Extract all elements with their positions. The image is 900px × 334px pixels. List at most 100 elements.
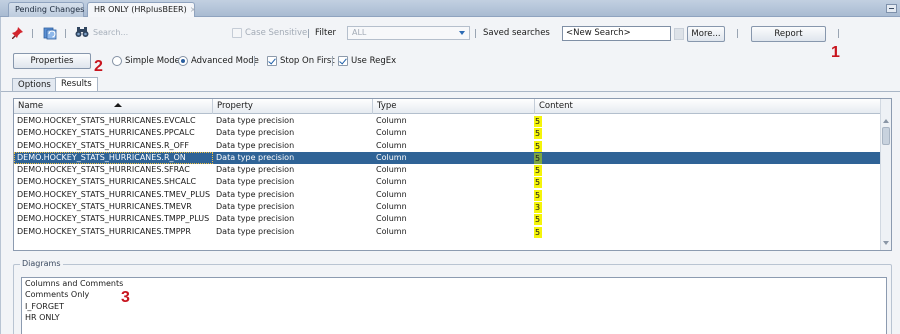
cell-type: Column [376, 152, 407, 162]
cell-property: Data type precision [216, 140, 295, 150]
cell-property: Data type precision [216, 202, 295, 212]
cell-name: DEMO.HOCKEY_STATS_HURRICANES.PPCALC [17, 128, 195, 138]
cell-type: Column [376, 189, 407, 199]
cell-name: DEMO.HOCKEY_STATS_HURRICANES.R_ON [14, 151, 213, 164]
saved-search-dropdown-button[interactable] [674, 28, 684, 40]
cell-name: DEMO.HOCKEY_STATS_HURRICANES.TMPPR [17, 226, 191, 236]
cell-name: DEMO.HOCKEY_STATS_HURRICANES.TMPP_PLUS [17, 214, 210, 224]
mode-separator [332, 56, 333, 66]
toolbar-separator [65, 29, 66, 38]
cell-content: 5 [534, 152, 542, 164]
diagrams-title: Diagrams [20, 259, 63, 268]
properties-button[interactable]: Properties [13, 53, 91, 69]
column-header-content[interactable]: Content [535, 99, 880, 114]
saved-search-input[interactable]: <New Search> [562, 26, 671, 41]
use-regex-label: Use RegEx [351, 56, 397, 66]
list-item[interactable]: Columns and Comments [22, 278, 886, 289]
cell-type: Column [376, 128, 407, 138]
list-item[interactable]: HR ONLY [22, 312, 886, 323]
cell-content: 5 [534, 214, 542, 226]
cell-content: 5 [534, 226, 542, 238]
cell-type: Column [376, 177, 407, 187]
simple-mode-radio[interactable] [112, 56, 122, 66]
pin-icon[interactable] [12, 27, 24, 39]
table-row[interactable]: DEMO.HOCKEY_STATS_HURRICANES.TMEVR Data t… [14, 201, 880, 214]
toolbar-separator [737, 29, 738, 38]
table-row[interactable]: DEMO.HOCKEY_STATS_HURRICANES.TMPPR Data t… [14, 226, 880, 238]
cell-content: 3 [534, 202, 542, 214]
table-row[interactable]: DEMO.HOCKEY_STATS_HURRICANES.TMEV_PLUS Da… [14, 189, 880, 201]
tab-options[interactable]: Options [12, 78, 57, 91]
cell-property: Data type precision [216, 214, 295, 224]
list-item[interactable]: Comments Only [22, 289, 886, 300]
cell-property: Data type precision [216, 226, 295, 236]
column-header-type[interactable]: Type [373, 99, 535, 114]
diagrams-group: Diagrams Columns and Comments Comments O… [13, 259, 892, 334]
cell-type: Column [376, 202, 407, 212]
cell-content: 5 [534, 140, 542, 152]
cell-name: DEMO.HOCKEY_STATS_HURRICANES.SHCALC [17, 177, 197, 187]
cell-type: Column [376, 214, 407, 224]
use-regex-checkbox[interactable] [338, 56, 348, 66]
table-row[interactable]: DEMO.HOCKEY_STATS_HURRICANES.R_OFF Data t… [14, 140, 880, 152]
table-row[interactable]: DEMO.HOCKEY_STATS_HURRICANES.PPCALC Data … [14, 127, 880, 140]
table-body: DEMO.HOCKEY_STATS_HURRICANES.EVCALC Data … [14, 115, 880, 238]
more-button[interactable]: More... [687, 26, 725, 42]
stop-on-first-label: Stop On First [280, 56, 335, 66]
table-row[interactable]: DEMO.HOCKEY_STATS_HURRICANES.SHCALC Data … [14, 176, 880, 189]
cell-type: Column [376, 116, 407, 125]
cell-property: Data type precision [216, 189, 295, 199]
table-row[interactable]: DEMO.HOCKEY_STATS_HURRICANES.TMPP_PLUS Da… [14, 213, 880, 226]
cell-type: Column [376, 140, 407, 150]
minimize-button[interactable] [886, 4, 897, 13]
cell-property: Data type precision [216, 116, 295, 125]
results-table: Name Property Type Content DEMO.HOCKEY_S… [13, 98, 892, 251]
simple-mode-label: Simple Mode [125, 56, 180, 66]
filter-dropdown[interactable]: ALL [347, 26, 470, 40]
table-header: Name Property Type Content [14, 99, 880, 114]
toolbar-separator [475, 29, 476, 38]
cell-property: Data type precision [216, 177, 295, 187]
scroll-thumb[interactable] [882, 127, 890, 145]
close-icon[interactable]: × [190, 5, 197, 14]
case-sensitive-checkbox[interactable] [232, 28, 242, 38]
cell-property: Data type precision [216, 165, 295, 175]
cell-name: DEMO.HOCKEY_STATS_HURRICANES.R_OFF [17, 140, 190, 150]
table-row[interactable]: DEMO.HOCKEY_STATS_HURRICANES.R_ON Data ty… [14, 151, 880, 165]
annotation-marker-1: 1 [831, 44, 840, 61]
advanced-mode-radio[interactable] [178, 56, 188, 66]
filter-label: Filter [315, 28, 337, 38]
tab-underline [1, 91, 900, 92]
search-panel: Search... Case Sensitive Filter ALL Save… [0, 17, 900, 334]
table-row[interactable]: DEMO.HOCKEY_STATS_HURRICANES.EVCALC Data … [14, 115, 880, 127]
cell-content: 5 [534, 189, 542, 201]
cell-content: 5 [534, 116, 542, 127]
tab-results[interactable]: Results [55, 77, 98, 91]
cell-content: 5 [534, 128, 542, 140]
diagrams-list: Columns and Comments Comments Only I_FOR… [21, 277, 887, 334]
stop-on-first-checkbox[interactable] [267, 56, 277, 66]
toolbar-separator [32, 29, 33, 38]
scroll-down-icon[interactable] [883, 241, 889, 245]
cell-type: Column [376, 226, 407, 236]
cell-name: DEMO.HOCKEY_STATS_HURRICANES.TMEVR [17, 202, 192, 212]
table-row[interactable]: DEMO.HOCKEY_STATS_HURRICANES.SFRAC Data t… [14, 164, 880, 177]
cell-type: Column [376, 165, 407, 175]
search-input[interactable]: Search... [93, 28, 128, 37]
scroll-up-icon[interactable] [883, 119, 889, 123]
cell-content: 5 [534, 177, 542, 189]
refresh-icon[interactable] [43, 26, 57, 40]
cell-content: 5 [534, 165, 542, 177]
tab-hr-only[interactable]: HR ONLY (HRplusBEER) × [87, 2, 197, 17]
binoculars-icon[interactable] [75, 26, 89, 38]
mode-separator [254, 56, 255, 66]
cell-name: DEMO.HOCKEY_STATS_HURRICANES.TMEV_PLUS [17, 189, 211, 199]
column-header-property[interactable]: Property [213, 99, 373, 114]
tab-pending-changes[interactable]: Pending Changes [8, 2, 84, 17]
vertical-scrollbar[interactable] [880, 99, 891, 250]
search-toolbar: Search... Case Sensitive Filter ALL Save… [1, 17, 900, 61]
tab-label: Pending Changes [15, 5, 85, 14]
list-item[interactable]: I_FORGET [22, 301, 886, 312]
column-header-name[interactable]: Name [14, 99, 213, 114]
report-button[interactable]: Report [751, 26, 826, 42]
